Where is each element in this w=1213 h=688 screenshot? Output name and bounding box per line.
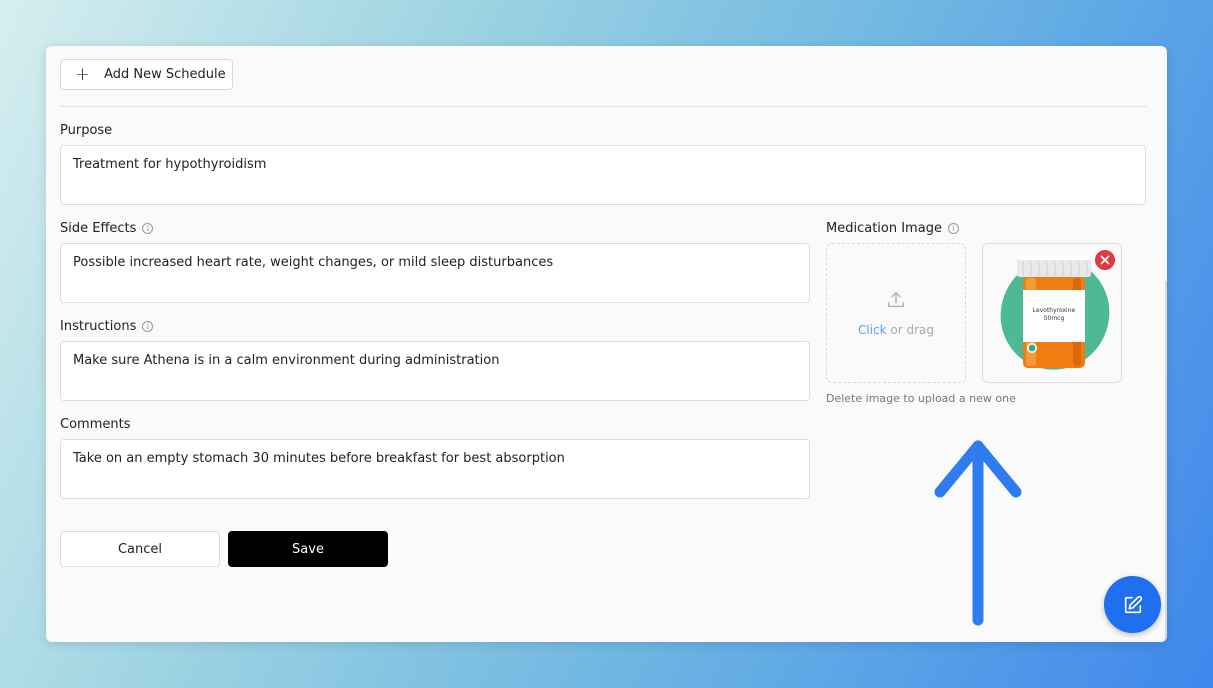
remove-image-button[interactable] xyxy=(1093,248,1117,272)
upload-text: Click or drag xyxy=(858,323,934,337)
info-icon[interactable]: i xyxy=(142,321,154,332)
medication-image-label: Medication Image i xyxy=(826,221,959,236)
instructions-field[interactable]: Make sure Athena is in a calm environmen… xyxy=(60,341,810,401)
plus-icon: + xyxy=(75,63,91,85)
comments-label-text: Comments xyxy=(60,417,131,432)
instructions-label-text: Instructions xyxy=(60,319,137,334)
info-icon[interactable]: i xyxy=(947,223,959,234)
side-effects-label-text: Side Effects xyxy=(60,221,137,236)
comments-field[interactable]: Take on an empty stomach 30 minutes befo… xyxy=(60,439,810,499)
section-divider xyxy=(60,106,1147,107)
purpose-field[interactable]: Treatment for hypothyroidism xyxy=(60,145,1146,205)
edit-fab-button[interactable] xyxy=(1104,576,1161,633)
upload-icon xyxy=(887,291,905,308)
image-upload-dropzone[interactable]: Click or drag xyxy=(826,243,966,383)
upload-or-drag-text: or drag xyxy=(890,323,935,337)
side-effects-label: Side Effects i xyxy=(60,221,154,236)
comments-label: Comments xyxy=(60,417,130,432)
medication-image-label-text: Medication Image xyxy=(826,221,942,236)
close-icon xyxy=(1100,255,1110,265)
info-icon[interactable]: i xyxy=(142,223,154,234)
instructions-label: Instructions i xyxy=(60,319,154,334)
add-new-schedule-label: Add New Schedule xyxy=(104,67,226,82)
save-button[interactable]: Save xyxy=(228,531,388,567)
side-effects-field[interactable]: Possible increased heart rate, weight ch… xyxy=(60,243,810,303)
image-upload-hint: Delete image to upload a new one xyxy=(826,392,1016,405)
purpose-label-text: Purpose xyxy=(60,123,113,138)
bottle-label-line2: 50mcg xyxy=(1044,315,1065,322)
upload-click-link[interactable]: Click xyxy=(858,323,887,337)
scrollbar[interactable] xyxy=(1165,281,1167,641)
purpose-label: Purpose xyxy=(60,123,112,138)
arrow-up-icon xyxy=(934,440,1022,626)
bottle-label-line1: Levothyroxine xyxy=(1033,307,1076,314)
edit-icon xyxy=(1124,595,1142,613)
cancel-button[interactable]: Cancel xyxy=(60,531,220,567)
add-new-schedule-button[interactable]: + Add New Schedule xyxy=(60,59,233,90)
